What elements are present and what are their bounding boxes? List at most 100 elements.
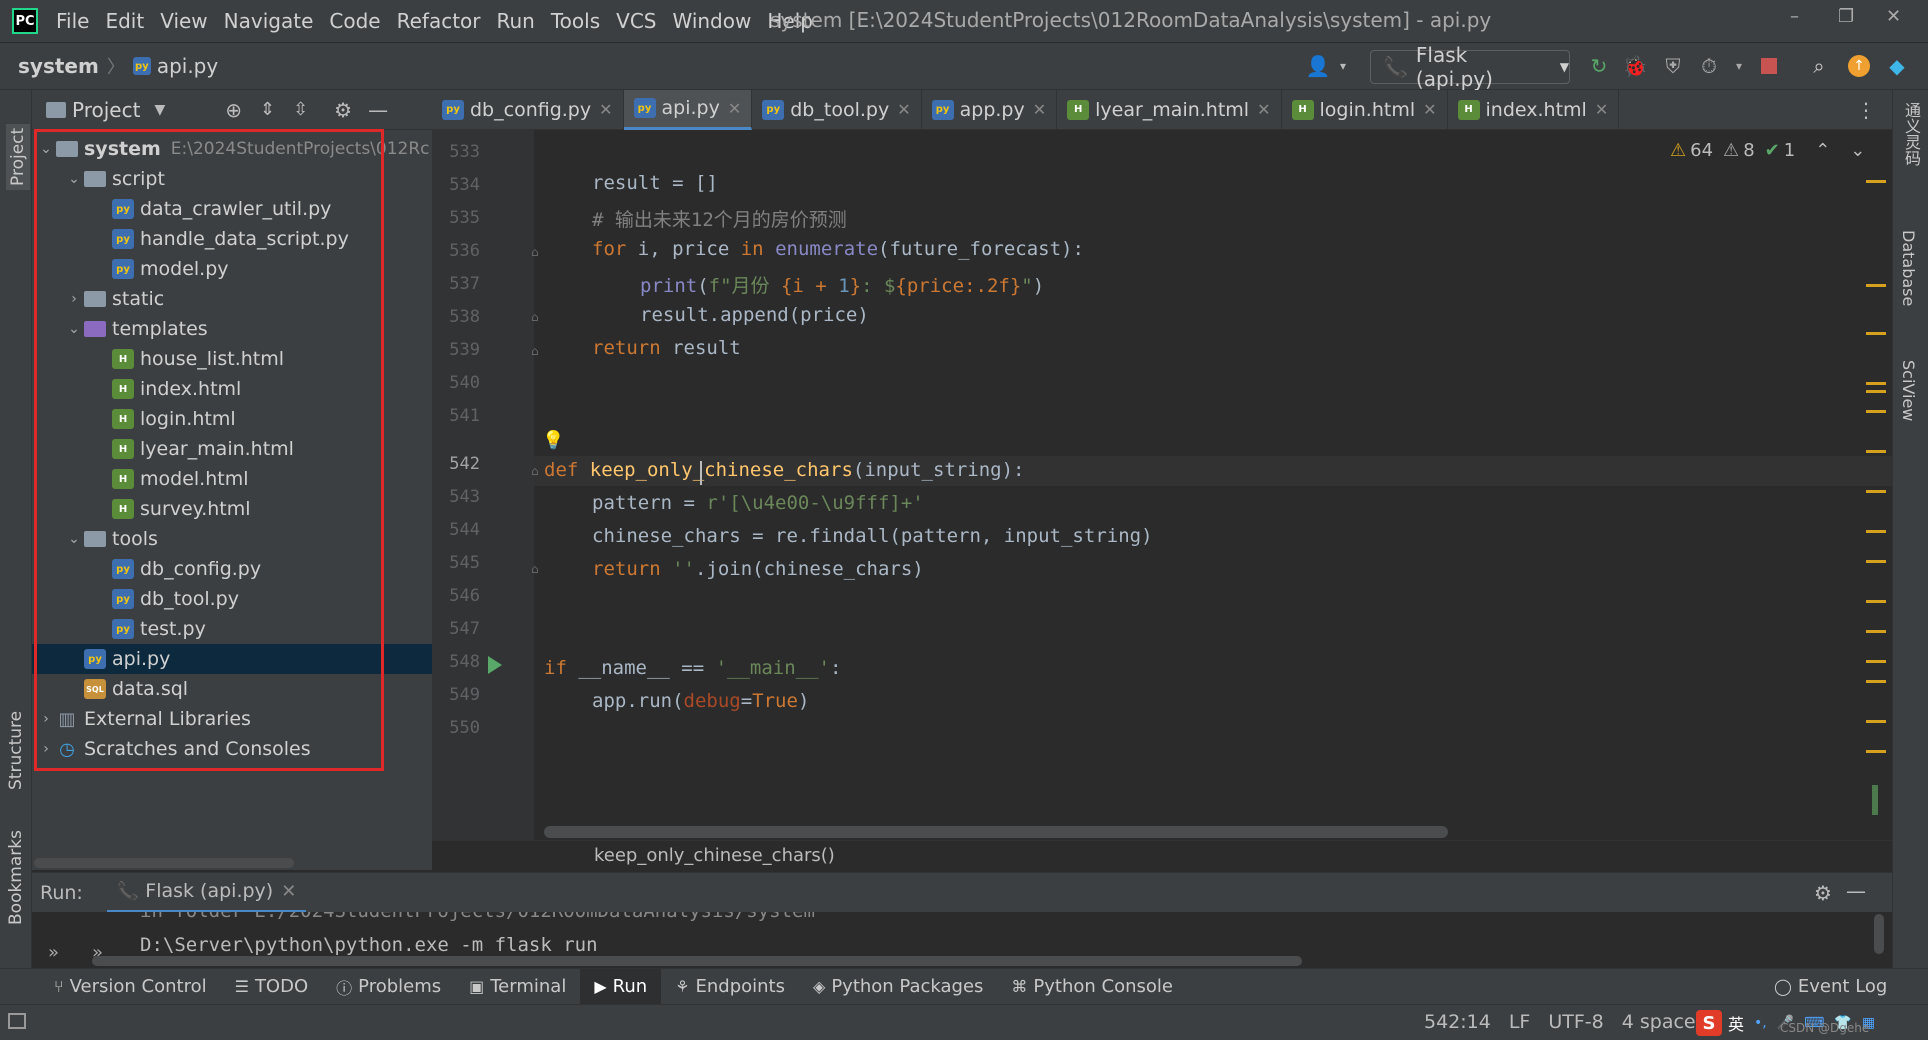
run-gutter-icon[interactable] [488,656,502,674]
fold-marker-icon[interactable]: ⌂ [531,464,539,478]
update-icon[interactable]: ↑ [1846,53,1872,79]
event-log-button[interactable]: ◯ Event Log [1760,969,1901,1005]
file-encoding[interactable]: UTF-8 [1548,1011,1603,1033]
tree-item[interactable]: › static [32,284,432,314]
run-console[interactable]: » » in folder E:/2024StudentProjects/012… [32,912,1892,968]
warning-mark[interactable] [1866,660,1886,663]
tool-window-terminal[interactable]: ▣ Terminal [455,969,580,1005]
error-stripe[interactable] [1866,160,1888,820]
tree-item[interactable]: Hhouse_list.html [32,344,432,374]
close-tab-icon[interactable]: ✕ [728,99,741,118]
tree-item[interactable]: Hlogin.html [32,404,432,434]
debug-icon[interactable]: 🐞 [1622,53,1648,79]
warning-mark[interactable] [1866,680,1886,683]
menu-navigate[interactable]: Navigate [216,9,322,33]
close-tab-icon[interactable]: ✕ [1257,100,1270,119]
warning-mark[interactable] [1866,284,1886,287]
tree-item[interactable]: SQL data.sql [32,674,432,704]
menu-refactor[interactable]: Refactor [389,9,489,33]
editor-tab[interactable]: py db_tool.py ✕ [752,89,922,130]
menu-run[interactable]: Run [489,9,543,33]
tree-item[interactable]: › ▥ External Libraries [32,704,432,734]
chevron-down-icon[interactable]: ⌄ [64,171,84,187]
project-panel-title[interactable]: Project [72,98,140,122]
tree-item[interactable]: py db_tool.py [32,584,432,614]
fold-marker-icon[interactable]: ⌂ [531,245,539,259]
expand-icon[interactable]: » [48,942,59,963]
warning-mark[interactable] [1866,720,1886,723]
warning-mark[interactable] [1866,560,1886,563]
editor-tab[interactable]: py app.py ✕ [922,89,1058,130]
expand-all-icon[interactable]: ⇕ [260,99,275,120]
console-vertical-scrollbar[interactable] [1874,914,1884,954]
warning-mark[interactable] [1866,180,1886,183]
menu-window[interactable]: Window [664,9,759,33]
warning-mark[interactable] [1866,490,1886,493]
gear-icon[interactable]: ⚙ [334,98,352,122]
caret-position[interactable]: 542:14 [1424,1011,1491,1033]
tree-item[interactable]: py api.py [32,644,432,674]
close-tab-icon[interactable]: ✕ [1423,100,1436,119]
close-tab-icon[interactable]: ✕ [1033,100,1046,119]
previous-highlight-icon[interactable]: ⌃ [1815,140,1830,161]
user-icon[interactable]: 👤 [1305,53,1331,79]
tree-item[interactable]: Hsurvey.html [32,494,432,524]
collapse-all-icon[interactable]: ⇳ [293,99,308,120]
close-tab-icon[interactable]: ✕ [281,881,296,902]
hide-panel-icon[interactable]: — [1846,879,1866,903]
gear-icon[interactable]: ⚙ [1814,881,1832,905]
line-separator[interactable]: LF [1509,1011,1531,1033]
intention-bulb-icon[interactable]: 💡 [542,430,564,451]
chevron-down-icon[interactable]: ▾ [1726,53,1752,79]
tree-item[interactable]: Hlyear_main.html [32,434,432,464]
fold-marker-icon[interactable]: ⌂ [531,344,539,358]
chevron-down-icon[interactable]: ⌄ [36,141,56,157]
tree-item[interactable]: py db_config.py [32,554,432,584]
warning-mark[interactable] [1866,382,1886,385]
plugin-icon[interactable]: ◆ [1884,53,1910,79]
tool-window-todo[interactable]: ☰ TODO [221,969,323,1005]
project-horizontal-scrollbar[interactable] [34,858,294,868]
editor-tab[interactable]: py db_config.py ✕ [432,89,624,130]
editor-horizontal-scrollbar[interactable] [544,826,1448,838]
tree-item[interactable]: ⌄ templates [32,314,432,344]
run-configuration-select[interactable]: 📞 Flask (api.py) ▼ [1370,43,1570,91]
chevron-down-icon[interactable]: ▼ [154,102,165,118]
restore-icon[interactable]: ❐ [1838,6,1854,27]
tool-window-python-packages[interactable]: ◈ Python Packages [799,969,997,1005]
next-highlight-icon[interactable]: ⌄ [1850,140,1865,161]
editor-tab[interactable]: Hlyear_main.html ✕ [1057,89,1282,130]
coverage-icon[interactable]: ⛨ [1660,53,1686,79]
fold-marker-icon[interactable]: ⌂ [531,310,539,324]
menu-code[interactable]: Code [321,9,388,33]
ai-assistant-tab[interactable]: 通义灵码 [1899,102,1923,166]
project-tool-window-tab[interactable]: Project [6,123,30,190]
more-tabs-icon[interactable]: ⋮ [1856,98,1876,122]
tool-window-python-console[interactable]: ⌘ Python Console [997,969,1187,1005]
minimize-icon[interactable]: – [1790,6,1799,27]
structure-tool-window-tab[interactable]: Structure [6,711,26,790]
tree-item[interactable]: py data_crawler_util.py [32,194,432,224]
menu-view[interactable]: View [152,9,215,33]
run-tab[interactable]: 📞 Flask (api.py) ✕ [106,873,307,913]
stop-icon[interactable] [1756,53,1782,79]
tree-item[interactable]: ⌄ tools [32,524,432,554]
menu-edit[interactable]: Edit [97,9,152,33]
tool-window-version-control[interactable]: ⑂ Version Control [40,969,221,1005]
rerun-icon[interactable]: ↻ [1586,53,1612,79]
warning-mark[interactable] [1866,332,1886,335]
breadcrumb-file[interactable]: api.py [157,54,218,78]
close-tab-icon[interactable]: ✕ [1595,100,1608,119]
warning-mark[interactable] [1866,630,1886,633]
chevron-down-icon[interactable]: ⌄ [64,531,84,547]
chevron-right-icon[interactable]: › [64,291,84,307]
breadcrumb-project[interactable]: system [18,54,99,78]
toggle-tool-windows-icon[interactable] [8,1013,26,1029]
locate-icon[interactable]: ⊕ [225,98,242,122]
chevron-right-icon[interactable]: › [36,741,56,757]
warning-mark[interactable] [1866,450,1886,453]
tool-window-problems[interactable]: ⓘ Problems [322,969,455,1005]
tree-item[interactable]: ⌄ system E:\2024StudentProjects\012Rc [32,134,432,164]
ime-punct-icon[interactable]: •, [1754,1015,1767,1031]
sciview-tab[interactable]: SciView [1899,360,1918,421]
